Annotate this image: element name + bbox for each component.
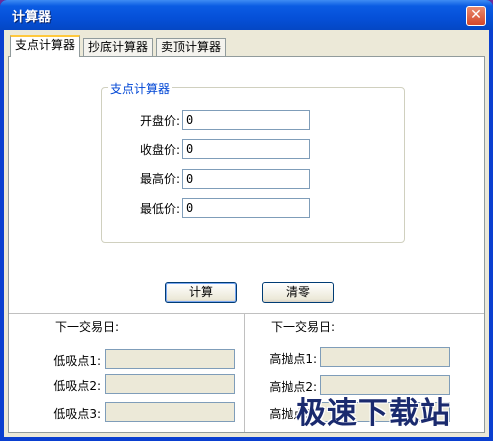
tab-bottom-fishing-calculator[interactable]: 抄底计算器 — [83, 38, 154, 56]
left-next-day-title: 下一交易日: — [55, 320, 120, 334]
high-price-label: 最高价: — [139, 172, 180, 186]
low-price-label: 最低价: — [139, 202, 180, 216]
open-price-label: 开盘价: — [139, 114, 180, 128]
open-price-input[interactable]: 0 — [182, 110, 310, 130]
close-icon: ✕ — [470, 7, 482, 23]
buy-point-2-label: 低吸点2: — [53, 379, 101, 393]
groupbox-title: 支点计算器 — [108, 80, 173, 97]
divider-horizontal — [9, 313, 484, 314]
buy-point-2-field — [105, 374, 235, 394]
sell-point-1-field — [320, 347, 450, 367]
tab-top-selling-calculator[interactable]: 卖顶计算器 — [156, 38, 227, 56]
buy-point-1-field — [105, 349, 235, 369]
client-area: 支点计算器 抄底计算器 卖顶计算器 支点计算器 开盘价: 0 收盘价: 0 最高… — [4, 30, 489, 437]
calculator-window: 计算器 ✕ 支点计算器 抄底计算器 卖顶计算器 支点计算器 开盘价: 0 收盘价… — [0, 0, 493, 441]
divider-vertical — [244, 314, 245, 432]
watermark-text: 极速下载站 — [296, 396, 451, 431]
buy-point-3-field — [105, 402, 235, 422]
buy-point-1-label: 低吸点1: — [53, 354, 101, 368]
tab-panel: 支点计算器 开盘价: 0 收盘价: 0 最高价: 0 最低价: 0 计算 清零 … — [8, 56, 485, 433]
tab-pivot-calculator[interactable]: 支点计算器 — [10, 35, 81, 57]
buy-point-3-label: 低吸点3: — [53, 407, 101, 421]
sell-point-1-label: 高抛点1: — [269, 352, 317, 366]
close-price-input[interactable]: 0 — [182, 139, 310, 159]
right-next-day-title: 下一交易日: — [271, 320, 336, 334]
low-price-input[interactable]: 0 — [182, 198, 310, 218]
pivot-groupbox: 支点计算器 开盘价: 0 收盘价: 0 最高价: 0 最低价: 0 — [101, 80, 405, 243]
window-title: 计算器 — [12, 10, 52, 25]
close-price-label: 收盘价: — [139, 143, 180, 157]
calculate-button[interactable]: 计算 — [165, 282, 237, 303]
clear-button[interactable]: 清零 — [262, 282, 334, 303]
high-price-input[interactable]: 0 — [182, 169, 310, 189]
title-bar[interactable]: 计算器 ✕ — [0, 0, 493, 30]
close-button[interactable]: ✕ — [466, 6, 486, 26]
